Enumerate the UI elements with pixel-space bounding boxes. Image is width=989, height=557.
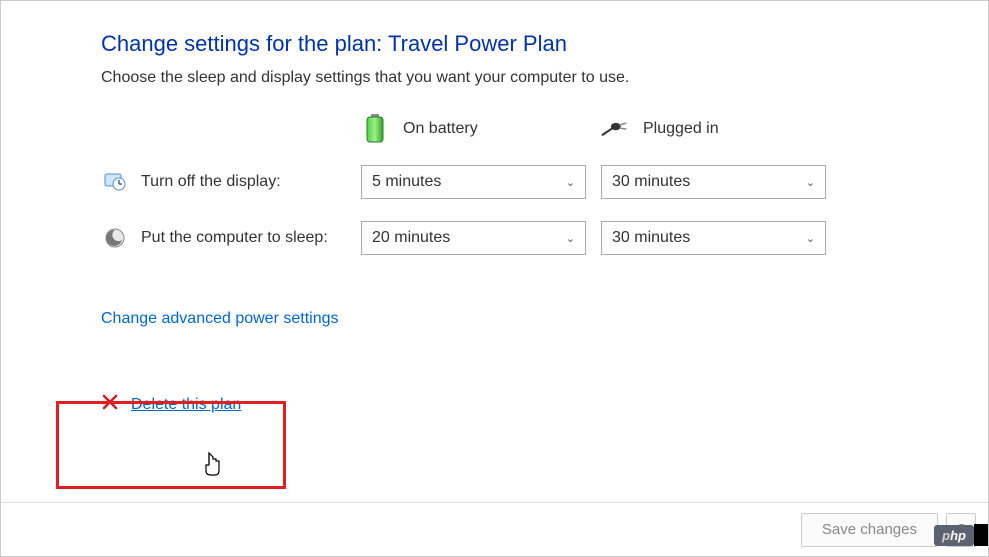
plug-icon <box>601 115 629 143</box>
save-button[interactable]: Save changes <box>801 513 938 547</box>
cursor-icon <box>201 451 225 484</box>
watermark-badge: php <box>934 525 974 546</box>
watermark-tail <box>974 524 988 546</box>
chevron-down-icon: ⌄ <box>806 232 815 245</box>
sleep-plugged-select[interactable]: 30 minutes ⌄ <box>601 221 826 255</box>
battery-icon <box>361 115 389 143</box>
display-battery-select[interactable]: 5 minutes ⌄ <box>361 165 586 199</box>
column-header-battery-label: On battery <box>403 120 478 138</box>
sleep-battery-select[interactable]: 20 minutes ⌄ <box>361 221 586 255</box>
chevron-down-icon: ⌄ <box>566 232 575 245</box>
display-timer-icon <box>101 168 129 196</box>
column-header-plugged-label: Plugged in <box>643 120 719 138</box>
delete-x-icon <box>101 393 119 416</box>
sleep-moon-icon <box>101 224 129 252</box>
page-title: Change settings for the plan: Travel Pow… <box>101 31 988 57</box>
column-header-plugged: Plugged in <box>601 115 841 143</box>
footer-bar: Save changes C <box>1 502 988 556</box>
row-display-label: Turn off the display: <box>101 168 361 196</box>
display-plugged-select[interactable]: 30 minutes ⌄ <box>601 165 826 199</box>
advanced-settings-link[interactable]: Change advanced power settings <box>101 310 339 327</box>
delete-plan-link[interactable]: Delete this plan <box>131 396 241 414</box>
chevron-down-icon: ⌄ <box>806 176 815 189</box>
page-subtitle: Choose the sleep and display settings th… <box>101 69 988 87</box>
chevron-down-icon: ⌄ <box>566 176 575 189</box>
row-sleep-label: Put the computer to sleep: <box>101 224 361 252</box>
column-header-battery: On battery <box>361 115 601 143</box>
